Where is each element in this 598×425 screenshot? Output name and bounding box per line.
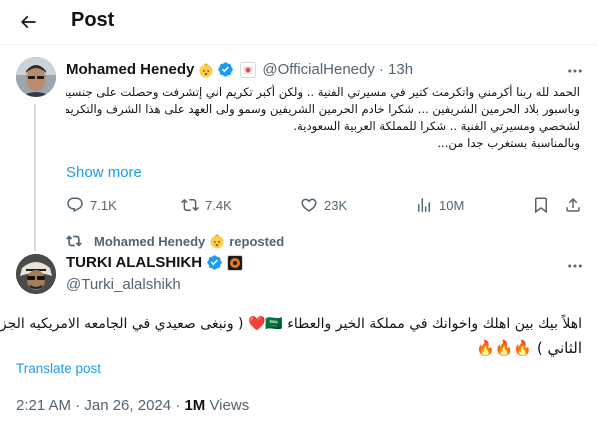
reposter-name: Mohamed Henedy [94, 233, 206, 249]
author-handle[interactable]: @OfficialHenedy [262, 61, 375, 78]
tweet-time[interactable]: · 13h [379, 61, 413, 78]
author-name[interactable]: TURKI ALALSHIKH [66, 254, 202, 271]
translate-post-link[interactable]: Translate post [16, 361, 101, 376]
views-count: 10M [439, 197, 465, 213]
views-icon [418, 198, 430, 212]
more-options-button[interactable] [565, 61, 585, 81]
tweet-actions-bar: 7.1K 7.4K 23K 10M [66, 196, 586, 216]
back-button[interactable] [12, 6, 44, 38]
repost-button[interactable]: 7.4K [181, 196, 232, 214]
baby-emoji-icon [198, 62, 214, 78]
share-icon [566, 197, 580, 212]
repost-icon [66, 235, 82, 247]
reposted-by-label[interactable]: Mohamed Henedy reposted [66, 233, 284, 249]
tweet-date[interactable]: 2:21 AM · Jan 26, 2024 · [16, 397, 184, 414]
reply-button[interactable]: 7.1K [66, 196, 117, 214]
tweet-timestamp: 2:21 AM · Jan 26, 2024 · 1M Views [16, 397, 249, 414]
bookmark-icon [535, 197, 547, 214]
reposted-suffix: reposted [229, 233, 285, 249]
views-label: Views [205, 397, 250, 414]
affiliate-badge-icon [227, 254, 244, 271]
views-button[interactable]: 10M [415, 196, 464, 214]
more-options-button[interactable] [565, 256, 585, 276]
like-icon [301, 198, 317, 212]
tweet-text-line: الثاني ) 🔥🔥🔥 [476, 339, 582, 357]
verified-badge-icon [217, 61, 234, 78]
bookmark-button[interactable] [532, 196, 556, 214]
top-bar: Post [0, 0, 598, 44]
main-author-row: TURKI ALALSHIKH [66, 254, 244, 271]
like-count: 23K [324, 197, 348, 213]
avatar-turki[interactable] [16, 254, 56, 294]
main-tweet-text: اهلاً بيك بين اهلك واخوانك في مملكة الخي… [0, 312, 582, 360]
baby-emoji-icon [209, 233, 225, 249]
show-more-link[interactable]: Show more [66, 164, 142, 181]
author-name[interactable]: Mohamed Henedy [66, 61, 194, 78]
tweet-text-line: وبالمناسبة بستغرب جدا من... [437, 136, 580, 150]
verified-badge-icon [206, 254, 223, 271]
share-button[interactable] [564, 196, 588, 214]
tweet-text-line: لشخصي ومسيرتي الفنية .. شكرا للمملكة الع… [293, 119, 580, 133]
tweet-text-line: الحمد لله ربنا أكرمني واتكرمت كتير في مس… [66, 85, 580, 99]
reply-icon [67, 197, 83, 213]
thread-connector-line [34, 104, 36, 251]
views-total: 1M [184, 397, 206, 414]
author-handle[interactable]: @Turki_alalshikh [66, 276, 181, 293]
tweet-text-line: اهلاً بيك بين اهلك واخوانك في مملكة الخي… [0, 316, 582, 332]
more-dots-icon [568, 264, 582, 268]
reply-count: 7.1K [90, 197, 117, 213]
quoted-tweet-text: الحمد لله ربنا أكرمني واتكرمت كتير في مس… [66, 84, 580, 152]
repost-icon [181, 198, 199, 212]
affiliate-badge-icon [240, 61, 257, 78]
more-dots-icon [568, 69, 582, 73]
back-arrow-icon [20, 15, 36, 29]
tweet-text-line: وباسبور بلاد الحرمين الشريفين ... شكرا خ… [66, 102, 580, 116]
quoted-author-row: Mohamed Henedy @OfficialHenedy · 13h [66, 61, 413, 78]
page-title: Post [71, 9, 115, 31]
repost-count: 7.4K [205, 197, 232, 213]
header-divider [0, 44, 598, 45]
like-button[interactable]: 23K [300, 196, 347, 214]
avatar-henedy[interactable] [16, 57, 56, 97]
